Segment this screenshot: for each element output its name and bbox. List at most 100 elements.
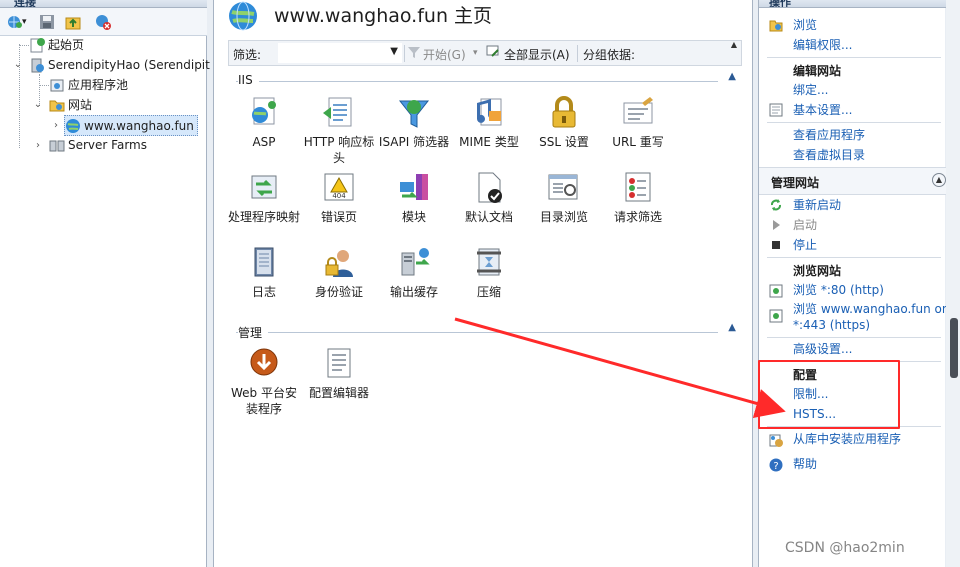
tree-item-site-selected[interactable]: www.wanghao.fun bbox=[64, 115, 198, 136]
output-caching-icon bbox=[396, 245, 432, 281]
actions-pane: 操作 浏览 编辑权限... 编辑网站 绑定... 基本设置... 查看应用程序 … bbox=[758, 0, 949, 567]
save-icon[interactable] bbox=[38, 13, 56, 31]
show-all-button[interactable]: 全部显示(A) bbox=[504, 46, 570, 63]
window-edge bbox=[946, 0, 960, 567]
browse-443-icon bbox=[769, 309, 783, 323]
feature-asp[interactable]: ASP bbox=[226, 95, 302, 150]
action-view-applications[interactable]: 查看应用程序 bbox=[793, 126, 865, 144]
funnel-icon bbox=[407, 45, 421, 59]
server-icon bbox=[29, 57, 45, 73]
feature-logging[interactable]: 日志 bbox=[226, 245, 302, 300]
install-gallery-icon bbox=[769, 433, 783, 447]
page-header: www.wanghao.fun 主页 bbox=[214, 0, 754, 38]
action-bindings[interactable]: 绑定... bbox=[793, 81, 828, 99]
feature-authentication[interactable]: 身份验证 bbox=[301, 245, 377, 300]
expand-site-icon[interactable]: › bbox=[51, 121, 61, 131]
actions-separator bbox=[767, 57, 941, 58]
server-farms-icon bbox=[49, 137, 65, 153]
feature-isapi-filters[interactable]: ISAPI 筛选器 bbox=[376, 95, 452, 150]
collapse-group-icon[interactable]: ▲ bbox=[728, 322, 736, 333]
help-icon: ? bbox=[769, 458, 783, 472]
feature-configuration-editor[interactable]: 配置编辑器 bbox=[301, 346, 377, 401]
action-start[interactable]: 启动 bbox=[793, 216, 817, 234]
collapse-server-icon[interactable]: ⌄ bbox=[13, 60, 23, 70]
feature-handler-mappings[interactable]: 处理程序映射 bbox=[226, 170, 302, 225]
collapse-group-icon[interactable]: ▲ bbox=[728, 71, 736, 82]
side-scroll-thumb[interactable] bbox=[950, 318, 958, 378]
feature-ssl-settings[interactable]: SSL 设置 bbox=[526, 95, 602, 150]
section-manage-site: 管理网站 bbox=[771, 176, 820, 190]
feature-modules[interactable]: 模块 bbox=[376, 170, 452, 225]
action-basic-settings[interactable]: 基本设置... bbox=[793, 101, 852, 119]
feature-compression[interactable]: 压缩 bbox=[451, 245, 527, 300]
browse-folder-icon bbox=[769, 18, 783, 32]
logging-icon bbox=[246, 245, 282, 281]
tree-line bbox=[19, 45, 29, 46]
connect-dropdown-icon[interactable]: ▾ bbox=[22, 13, 32, 31]
action-install-from-gallery[interactable]: 从库中安装应用程序 bbox=[793, 430, 901, 448]
feature-web-platform-installer[interactable]: Web 平台安装程序 bbox=[226, 346, 302, 417]
tree-item-sites[interactable]: 网站 bbox=[49, 95, 92, 115]
app-pool-icon bbox=[49, 77, 65, 93]
actions-separator bbox=[767, 337, 941, 338]
filter-input[interactable]: ▼ bbox=[278, 43, 402, 63]
tree-item-server-farms[interactable]: Server Farms bbox=[49, 135, 147, 155]
modules-icon bbox=[396, 170, 432, 206]
action-help[interactable]: 帮助 bbox=[793, 455, 817, 473]
action-browse-https-line2[interactable]: *:443 (https) bbox=[793, 316, 870, 334]
watermark: CSDN @hao2min bbox=[785, 540, 905, 556]
up-level-icon[interactable] bbox=[64, 13, 82, 31]
group-by-label[interactable]: 分组依据: bbox=[583, 46, 635, 63]
site-globe-icon bbox=[65, 118, 81, 134]
tree-item-server[interactable]: SerendipityHao (Serendipit bbox=[29, 55, 210, 75]
expand-server-farms-icon[interactable]: › bbox=[33, 141, 43, 151]
feature-http-response-headers[interactable]: HTTP 响应标头 bbox=[301, 95, 377, 166]
features-view: www.wanghao.fun 主页 筛选: ▼ 开始(G) ▾ 全部显示(A)… bbox=[213, 0, 753, 567]
url-rewrite-icon bbox=[620, 95, 656, 131]
start-filter-button[interactable]: 开始(G) bbox=[423, 46, 466, 63]
annotation-highlight-box bbox=[758, 360, 900, 429]
feature-request-filtering[interactable]: 请求筛选 bbox=[600, 170, 676, 225]
actions-pane-title: 操作 bbox=[769, 0, 791, 8]
action-stop[interactable]: 停止 bbox=[793, 236, 817, 254]
disconnect-icon[interactable] bbox=[94, 13, 112, 31]
configuration-editor-icon bbox=[321, 346, 357, 382]
feature-error-pages[interactable]: 404 错误页 bbox=[301, 170, 377, 225]
directory-browsing-icon bbox=[546, 170, 582, 206]
collapse-section-icon[interactable]: ▲ bbox=[932, 173, 946, 187]
action-restart[interactable]: 重新启动 bbox=[793, 196, 841, 214]
tree-item-app-pools[interactable]: 应用程序池 bbox=[49, 75, 128, 95]
page-title: www.wanghao.fun 主页 bbox=[274, 5, 493, 27]
http-headers-icon bbox=[321, 95, 357, 131]
filter-label: 筛选: bbox=[233, 48, 262, 62]
scroll-up-icon[interactable]: ▲ bbox=[729, 40, 739, 50]
mime-types-icon bbox=[471, 95, 507, 131]
group-header-manage: 管理 ▲ bbox=[236, 322, 736, 341]
connections-pane-title: 连接 bbox=[14, 0, 36, 8]
action-edit-permissions[interactable]: 编辑权限... bbox=[793, 36, 852, 54]
tree-item-start-page[interactable]: 起始页 bbox=[29, 35, 84, 55]
filter-dropdown-icon[interactable]: ▼ bbox=[390, 46, 398, 57]
collapse-sites-icon[interactable]: ⌄ bbox=[33, 100, 43, 110]
feature-directory-browsing[interactable]: 目录浏览 bbox=[526, 170, 602, 225]
handler-mappings-icon bbox=[246, 170, 282, 206]
group-label-iis: IIS bbox=[238, 73, 259, 87]
svg-text:?: ? bbox=[773, 461, 778, 472]
feature-default-document[interactable]: 默认文档 bbox=[451, 170, 527, 225]
feature-output-caching[interactable]: 输出缓存 bbox=[376, 245, 452, 300]
action-browse-http[interactable]: 浏览 *:80 (http) bbox=[793, 281, 884, 299]
actions-separator bbox=[767, 257, 941, 258]
start-page-icon bbox=[29, 37, 45, 53]
action-view-virtual-directories[interactable]: 查看虚拟目录 bbox=[793, 146, 865, 164]
vertical-scrollbar[interactable]: ▲ bbox=[729, 40, 739, 567]
show-all-icon bbox=[486, 45, 502, 59]
start-dropdown-icon[interactable]: ▾ bbox=[473, 48, 478, 58]
action-advanced-settings[interactable]: 高级设置... bbox=[793, 340, 852, 358]
action-browse[interactable]: 浏览 bbox=[793, 16, 817, 34]
connections-pane: 连接 ▾ 起始页 ⌄ SerendipityHao (Serendipit 应用… bbox=[0, 0, 210, 567]
start-icon bbox=[769, 218, 783, 232]
toolbar-separator bbox=[577, 45, 578, 62]
stop-icon bbox=[769, 238, 783, 252]
feature-url-rewrite[interactable]: URL 重写 bbox=[600, 95, 676, 150]
feature-mime-types[interactable]: MIME 类型 bbox=[451, 95, 527, 150]
